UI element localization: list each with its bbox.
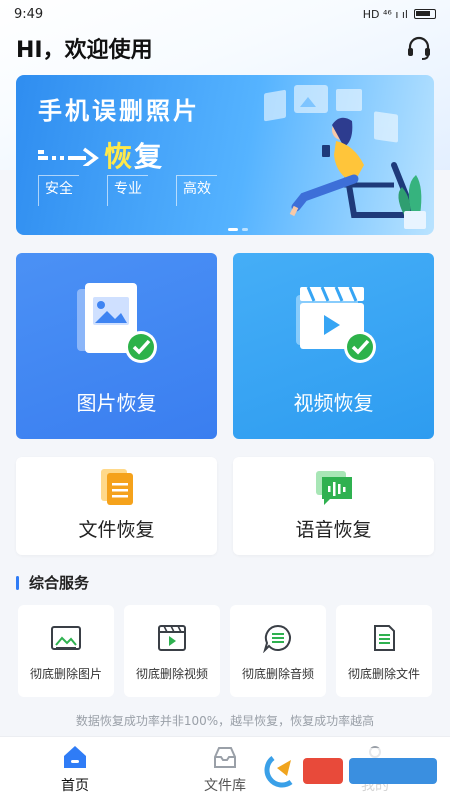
services-title-text: 综合服务 [29, 574, 90, 592]
delete-files-label: 彻底删除文件 [347, 667, 420, 681]
video-check-icon [295, 286, 376, 363]
banner-tag: 高效 [176, 175, 217, 206]
nav-home-label: 首页 [61, 778, 89, 794]
status-bar: 9:49 HD ⁴⁶ ı ıl [0, 0, 450, 28]
delete-files-card[interactable]: 彻底删除文件 [336, 605, 432, 697]
video-delete-icon [158, 625, 186, 651]
delete-videos-label: 彻底删除视频 [135, 667, 208, 681]
photo-recovery-label: 图片恢复 [76, 391, 157, 415]
file-delete-icon [374, 625, 395, 651]
greeting-title: HI，欢迎使用 [16, 38, 153, 63]
status-time: 9:49 [14, 6, 44, 22]
banner-title: 手机误删照片 [38, 97, 200, 125]
video-recovery-card[interactable]: 视频恢复 [233, 253, 434, 439]
delete-videos-card[interactable]: 彻底删除视频 [124, 605, 220, 697]
services-section-title: 综合服务 [16, 572, 89, 593]
delete-audio-card[interactable]: 彻底删除音频 [230, 605, 326, 697]
banner-rest-char: 复 [134, 140, 165, 173]
delete-images-label: 彻底删除图片 [29, 667, 102, 681]
success-rate-notice: 数据恢复成功率并非100%，越早恢复，恢复成功率越高 [75, 714, 375, 728]
home-icon [64, 746, 86, 768]
audio-delete-icon [263, 624, 291, 653]
banner-tag: 安全 [38, 175, 79, 206]
banner-tag: 专业 [107, 175, 148, 206]
battery-icon [414, 9, 436, 19]
banner-pagination [228, 228, 248, 231]
woman-on-phone-illustration [264, 85, 426, 229]
voice-recovery-label: 语音恢复 [295, 519, 372, 541]
status-indicators: HD ⁴⁶ ı ıl [363, 8, 436, 21]
banner-dot[interactable] [242, 228, 248, 231]
section-accent-bar [16, 575, 19, 590]
document-icon [100, 469, 133, 505]
file-recovery-label: 文件恢复 [78, 519, 155, 541]
photo-recovery-card[interactable]: 图片恢复 [16, 253, 217, 439]
file-recovery-card[interactable]: 文件恢复 [16, 457, 217, 555]
voice-message-icon [315, 471, 352, 505]
headset-icon[interactable] [404, 33, 434, 63]
delete-audio-label: 彻底删除音频 [241, 667, 314, 681]
arrow-icon [38, 147, 99, 166]
banner-slogan: 恢复 [38, 135, 164, 175]
video-recovery-label: 视频恢复 [293, 391, 374, 415]
inbox-icon [214, 747, 236, 768]
nav-file-library-label: 文件库 [204, 778, 246, 794]
promo-banner[interactable]: 手机误删照片 恢复 安全 专业 高效 [16, 75, 434, 235]
delete-images-card[interactable]: 彻底删除图片 [18, 605, 114, 697]
image-check-icon [76, 283, 157, 363]
banner-dot-active[interactable] [228, 228, 238, 231]
voice-recovery-card[interactable]: 语音恢复 [233, 457, 434, 555]
banner-tags: 安全 专业 高效 [38, 175, 217, 206]
image-delete-icon [51, 626, 81, 650]
nav-home[interactable]: 首页 [0, 737, 150, 800]
app-screen: 9:49 HD ⁴⁶ ı ıl HI，欢迎使用 手机误删照片 恢复 安全 专业 … [0, 0, 450, 800]
header: HI，欢迎使用 [16, 30, 434, 66]
status-signal-text: HD ⁴⁶ ı ıl [362, 7, 408, 21]
site-watermark-logo [255, 748, 445, 794]
banner-highlight-char: 恢 [104, 140, 135, 173]
